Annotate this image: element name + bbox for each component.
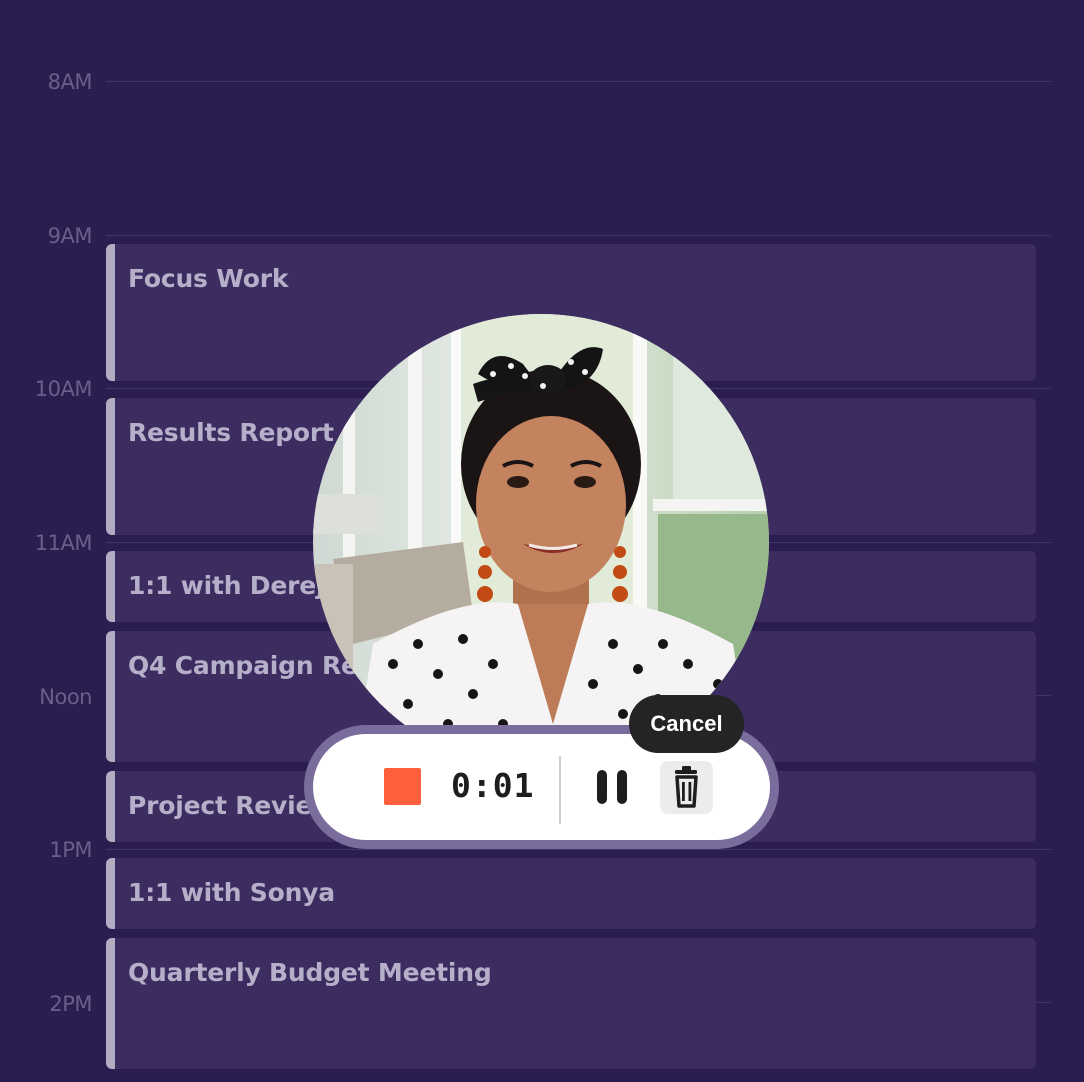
recording-timer: 0:01 [451, 766, 535, 805]
controls-divider [559, 756, 561, 824]
time-label-2pm: 2PM [49, 992, 92, 1016]
hour-line [106, 849, 1051, 850]
event-title: 1:1 with Sonya [128, 878, 335, 907]
stop-icon[interactable] [384, 768, 421, 805]
event-title: Quarterly Budget Meeting [128, 958, 492, 987]
cancel-tooltip[interactable]: Cancel [629, 695, 744, 753]
event-1on1-sonya[interactable]: 1:1 with Sonya [106, 858, 1036, 929]
time-label-10am: 10AM [34, 377, 93, 401]
time-label-9am: 9AM [47, 224, 93, 248]
time-label-noon: Noon [39, 685, 92, 709]
trash-icon[interactable] [660, 761, 713, 814]
time-label-1pm: 1PM [49, 838, 92, 862]
time-label-11am: 11AM [34, 531, 93, 555]
hour-line [106, 81, 1051, 82]
hour-line [106, 235, 1051, 236]
event-quarterly-budget[interactable]: Quarterly Budget Meeting [106, 938, 1036, 1069]
event-title: Focus Work [128, 264, 289, 293]
event-title: Results Report [128, 418, 334, 447]
event-title: 1:1 with Dereje [128, 571, 342, 600]
pause-icon[interactable] [597, 770, 629, 804]
time-label-8am: 8AM [47, 70, 93, 94]
